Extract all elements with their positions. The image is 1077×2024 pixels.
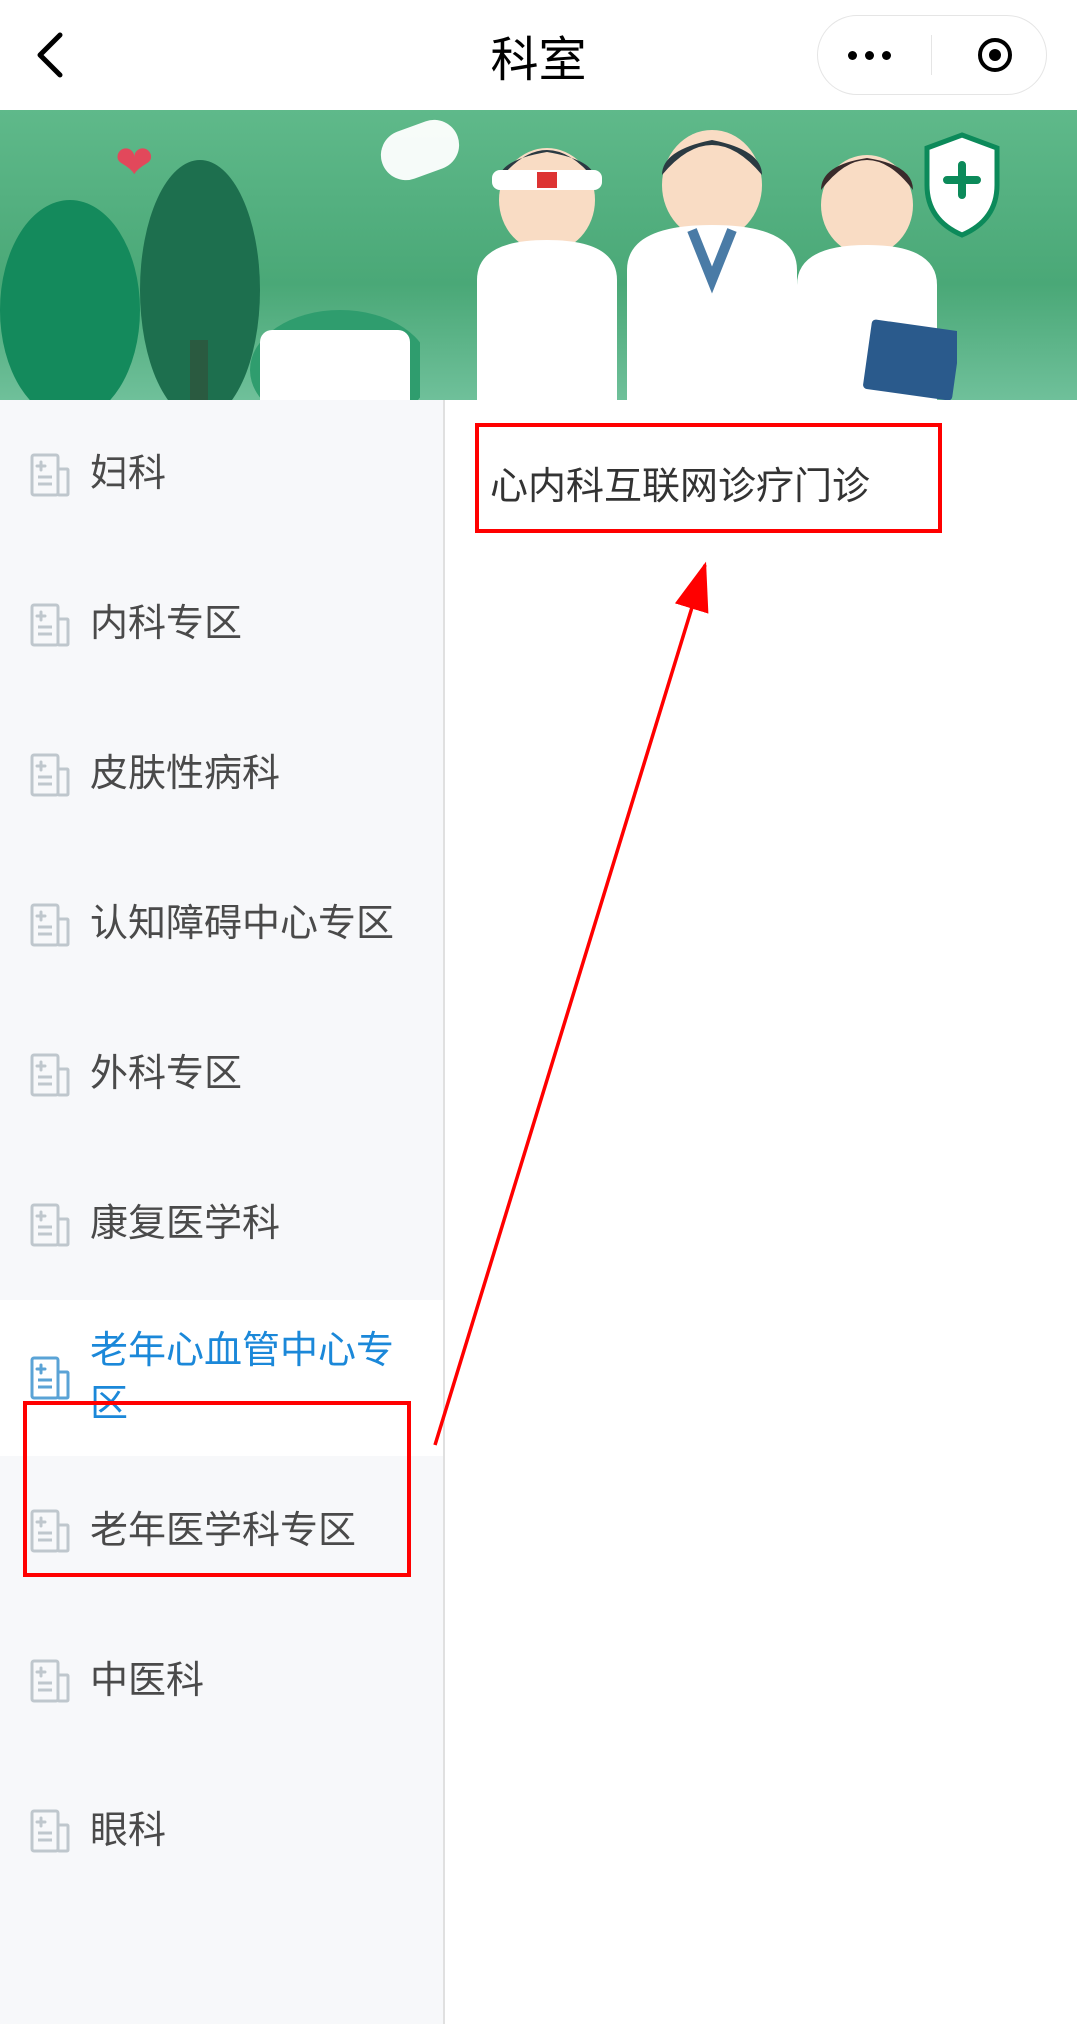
page-title: 科室 [490,20,586,90]
sidebar-item[interactable]: 眼科 [0,1756,443,1906]
department-icon [30,1509,70,1553]
heart-icon: ❤ [115,135,154,189]
department-icon [30,453,70,497]
department-label: 认知障碍中心专区 [90,898,394,951]
department-icon [30,903,70,947]
department-icon [30,1356,70,1400]
department-label: 妇科 [90,448,166,501]
sidebar-item[interactable]: 老年心血管中心专区 [0,1300,443,1456]
department-icon [30,1659,70,1703]
department-icon [30,1809,70,1853]
more-icon [848,51,891,60]
department-label: 康复医学科 [90,1198,280,1251]
miniprogram-capsule [817,15,1047,95]
close-button[interactable] [955,37,1035,73]
doctors-illustration [437,130,957,400]
menu-button[interactable] [829,51,909,60]
target-icon [977,37,1013,73]
chevron-left-icon [35,30,65,80]
department-label: 外科专区 [90,1048,242,1101]
department-icon [30,1053,70,1097]
banner-image: ❤ [0,110,1077,400]
header-bar: 科室 [0,0,1077,110]
sidebar-item[interactable]: 皮肤性病科 [0,700,443,850]
medical-box-illustration [260,330,410,400]
sidebar-item[interactable]: 康复医学科 [0,1150,443,1300]
sidebar-item[interactable]: 认知障碍中心专区 [0,850,443,1000]
sidebar-item[interactable]: 中医科 [0,1606,443,1756]
capsule-divider [931,35,932,75]
sidebar-item[interactable]: 外科专区 [0,1000,443,1150]
sidebar-item[interactable]: 内科专区 [0,550,443,700]
department-icon [30,603,70,647]
department-icon [30,1203,70,1247]
department-label: 老年心血管中心专区 [90,1325,413,1431]
back-button[interactable] [30,35,70,75]
department-sidebar[interactable]: 妇科 内科专区 皮肤性病科 认知障碍中心专区 外科专区 康复医学科 老年心血 [0,400,445,2024]
department-label: 中医科 [90,1655,204,1708]
department-icon [30,753,70,797]
clinic-item[interactable]: 心内科互联网诊疗门诊 [475,425,1047,540]
department-label: 内科专区 [90,598,242,651]
department-label: 眼科 [90,1805,166,1858]
department-label: 老年医学科专区 [90,1505,356,1558]
sidebar-item[interactable]: 妇科 [0,400,443,550]
shield-icon [917,130,1007,240]
clinic-panel: 心内科互联网诊疗门诊 [445,400,1077,2024]
department-label: 皮肤性病科 [90,748,280,801]
sidebar-item[interactable]: 老年医学科专区 [0,1456,443,1606]
content-area: 妇科 内科专区 皮肤性病科 认知障碍中心专区 外科专区 康复医学科 老年心血 [0,400,1077,2024]
